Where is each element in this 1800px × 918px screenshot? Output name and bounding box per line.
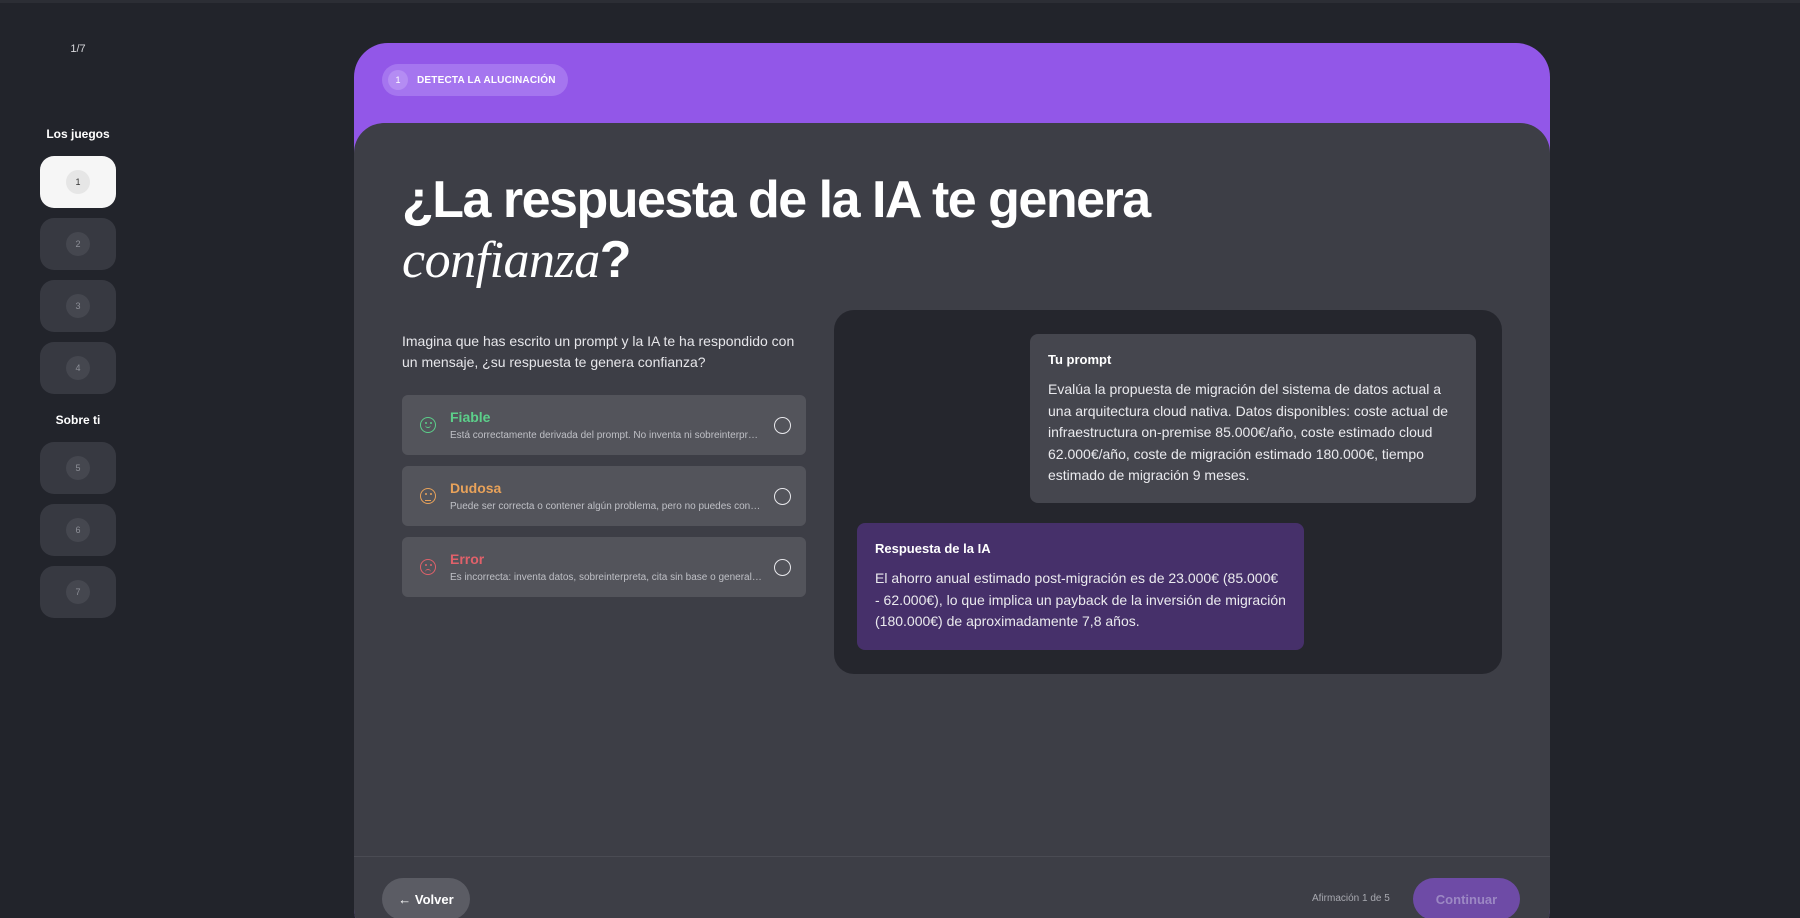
footer-divider: [354, 856, 1550, 857]
option-title: Dudosa: [450, 480, 502, 496]
game-number: 1: [66, 170, 90, 194]
option-title: Error: [450, 551, 485, 567]
radio-button[interactable]: [774, 559, 791, 576]
game-number: 4: [66, 356, 90, 380]
continue-button[interactable]: Continuar: [1413, 878, 1520, 918]
game-number: 3: [66, 294, 90, 318]
radio-button[interactable]: [774, 488, 791, 505]
step-badge: 1 DETECTA LA ALUCINACIÓN: [382, 64, 568, 96]
games-section-title: Los juegos: [46, 127, 110, 141]
option-dudosa[interactable]: Dudosa Puede ser correcta o contener alg…: [402, 466, 806, 526]
option-title: Fiable: [450, 409, 491, 425]
ai-answer-bubble: Respuesta de la IA El ahorro anual estim…: [857, 523, 1304, 650]
title-suffix: ?: [599, 231, 632, 289]
sidebar: 1/7 Los juegos 1 2 3 4 Sobre ti 5 6 7: [0, 0, 156, 918]
top-divider: [0, 0, 1800, 3]
sidebar-item-game-3[interactable]: 3: [40, 280, 116, 332]
game-number: 6: [66, 518, 90, 542]
option-description: Puede ser correcta o contener algún prob…: [450, 501, 762, 512]
step-label: DETECTA LA ALUCINACIÓN: [417, 74, 556, 86]
intro-text: Imagina que has escrito un prompt y la I…: [402, 333, 795, 370]
sad-face-icon: [420, 559, 436, 575]
prompt-text: Evalúa la propuesta de migración del sis…: [1048, 381, 1449, 483]
option-description: Está correctamente derivada del prompt. …: [450, 430, 762, 441]
statement-progress: Afirmación 1 de 5: [1312, 893, 1390, 904]
neutral-face-icon: [420, 488, 436, 504]
option-fiable[interactable]: Fiable Está correctamente derivada del p…: [402, 395, 806, 455]
back-button[interactable]: ← Volver: [382, 878, 470, 918]
sidebar-item-game-6[interactable]: 6: [40, 504, 116, 556]
title-line: ¿La respuesta de la IA te genera: [402, 171, 1151, 229]
prompt-bubble: Tu prompt Evalúa la propuesta de migraci…: [1030, 334, 1476, 503]
option-error[interactable]: Error Es incorrecta: inventa datos, sobr…: [402, 537, 806, 597]
sidebar-item-game-1[interactable]: 1: [40, 156, 116, 208]
sidebar-item-game-7[interactable]: 7: [40, 566, 116, 618]
answer-text: El ahorro anual estimado post-migración …: [875, 570, 1286, 629]
sidebar-item-game-2[interactable]: 2: [40, 218, 116, 270]
answer-title: Respuesta de la IA: [875, 541, 991, 556]
game-number: 2: [66, 232, 90, 256]
progress-counter: 1/7: [70, 43, 86, 55]
sidebar-item-game-5[interactable]: 5: [40, 442, 116, 494]
about-section-title: Sobre ti: [55, 413, 101, 427]
prompt-title: Tu prompt: [1048, 352, 1112, 367]
title-italic-word: confianza: [402, 232, 600, 289]
smile-icon: [420, 417, 436, 433]
chat-window: Tu prompt Evalúa la propuesta de migraci…: [834, 310, 1502, 674]
page-title: ¿La respuesta de la IA te genera confian…: [402, 170, 1302, 291]
sidebar-item-game-4[interactable]: 4: [40, 342, 116, 394]
step-number: 1: [388, 70, 408, 90]
option-description: Es incorrecta: inventa datos, sobreinter…: [450, 572, 762, 583]
game-number: 5: [66, 456, 90, 480]
content-panel: ¿La respuesta de la IA te genera confian…: [354, 123, 1550, 918]
game-card: 1 DETECTA LA ALUCINACIÓN ¿La respuesta d…: [354, 43, 1550, 918]
radio-button[interactable]: [774, 417, 791, 434]
game-number: 7: [66, 580, 90, 604]
